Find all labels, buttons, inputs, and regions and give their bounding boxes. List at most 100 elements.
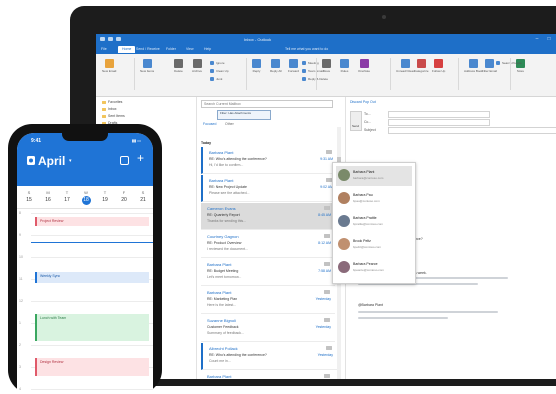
message-row[interactable]: Barbara PlantRE: Travel PlansFlight deta… <box>201 371 335 379</box>
ribbon-button-follow-up[interactable]: Follow Up <box>432 59 445 73</box>
calendar-view-icon[interactable] <box>120 156 129 165</box>
month-title[interactable]: April <box>38 154 65 168</box>
filter-pill[interactable]: Filter: Has Attachments <box>217 110 271 120</box>
compose-field-input[interactable] <box>388 126 556 134</box>
calendar-event[interactable]: Design Review <box>35 358 149 376</box>
message-row[interactable]: Cameron Evans RE: Quarterly Report Thanks … <box>201 203 335 230</box>
message-row[interactable]: Barbara Plant RE: New Project Update Pleas… <box>201 175 337 202</box>
ribbon-button-address-book[interactable]: Address Book <box>464 59 483 73</box>
folder-inbox[interactable]: Inbox <box>102 107 117 111</box>
ribbon-small-ignore[interactable]: Ignore <box>210 60 225 65</box>
calendar-event[interactable]: Project Review <box>35 217 149 227</box>
week-day[interactable]: F 20 <box>115 190 133 203</box>
minimize-icon[interactable]: – <box>534 36 540 42</box>
person-name: Barbara Pearce <box>353 262 378 266</box>
ribbon-group-divider <box>458 58 459 90</box>
tab-home[interactable]: Home <box>118 46 136 53</box>
chevron-down-icon[interactable]: ▾ <box>69 158 72 164</box>
ribbon-button-onenote[interactable]: OneNote <box>358 59 370 73</box>
ribbon-small-clean-up[interactable]: Clean Up <box>210 68 229 73</box>
message-flag-icon[interactable] <box>324 290 330 294</box>
ribbon-small-team-email[interactable]: Team Email <box>302 68 324 73</box>
tab-focused[interactable]: Focused <box>203 122 216 126</box>
ribbon-button-icon <box>252 59 261 68</box>
tab-send-receive[interactable]: Send / Receive <box>136 47 160 51</box>
message-row[interactable]: Courtney Gagnon RE: Product Overview I rev… <box>201 231 335 258</box>
ribbon-small-junk[interactable]: Junk <box>210 76 222 81</box>
mention-suggestion[interactable]: Barbara Pau bpau@contoso.com <box>336 189 412 209</box>
calendar-event[interactable]: Lunch with Team <box>35 314 149 341</box>
compose-field-input[interactable] <box>388 118 490 126</box>
send-button[interactable]: Send <box>350 111 362 131</box>
folder-icon <box>102 114 106 118</box>
message-flag-icon[interactable] <box>326 150 332 154</box>
ribbon-button-forward[interactable]: Forward <box>288 59 299 73</box>
message-flag-icon[interactable] <box>324 234 330 238</box>
ribbon-button-archive[interactable]: Archive <box>192 59 202 73</box>
message-preview: Hi, I'd like to confirm... <box>209 163 244 167</box>
message-row[interactable]: Barbara Plant RE: Budget Meeting Let's mee… <box>201 259 335 286</box>
message-flag-icon[interactable] <box>324 318 330 322</box>
send-receive-icon[interactable] <box>116 37 121 41</box>
mention-suggestion[interactable]: Barbara Prattle bprattle@contoso.com <box>336 212 412 232</box>
folder-sent-items[interactable]: Sent Items <box>102 114 125 118</box>
message-row[interactable]: Albrecht Pollack RE: Who's attending the … <box>201 343 337 370</box>
week-day[interactable]: W 18 <box>77 190 95 205</box>
ribbon-button-delete[interactable]: Delete <box>174 59 183 73</box>
ribbon-button-icon <box>468 59 478 68</box>
calendar-event[interactable]: Weekly Sync <box>35 272 149 284</box>
message-preview: Let's meet tomorrow... <box>207 275 242 279</box>
save-icon[interactable] <box>100 37 105 41</box>
compose-field-subject[interactable]: Subject <box>364 126 556 134</box>
message-subject: RE: Marketing Plan <box>207 297 238 301</box>
message-flag-icon[interactable] <box>324 374 330 378</box>
folder-label: Inbox <box>108 107 117 111</box>
tab-other[interactable]: Other <box>225 122 234 126</box>
message-flag-icon[interactable] <box>324 206 330 210</box>
message-row[interactable]: Suzanne Bignoli Customer Feedback Summary … <box>201 315 335 342</box>
ribbon-button-rules[interactable]: Rules <box>340 59 349 73</box>
compose-field-cc[interactable]: Cc... <box>364 118 490 126</box>
week-day[interactable]: S 15 <box>20 190 38 203</box>
ribbon-button-new-email[interactable]: New Email <box>102 59 116 73</box>
week-day[interactable]: M 16 <box>39 190 57 203</box>
undo-icon[interactable] <box>108 37 113 41</box>
outlook-logo-icon[interactable] <box>27 156 35 165</box>
ribbon-small-reply-delete[interactable]: Reply & Delete <box>302 76 328 81</box>
mention-suggestion[interactable]: Barbara Plant barbara@contoso.com <box>336 166 412 186</box>
compose-field-input[interactable] <box>388 110 490 118</box>
tab-folder[interactable]: Folder <box>166 47 176 51</box>
week-day-date: 18 <box>81 196 91 205</box>
week-day[interactable]: T 19 <box>96 190 114 203</box>
ribbon-button-filter-email[interactable]: Filter Email <box>482 59 497 73</box>
tell-me-box[interactable]: Tell me what you want to do <box>285 47 328 51</box>
message-row[interactable]: Barbara Plant RE: Who's attending the con… <box>201 147 337 174</box>
message-row[interactable]: Barbara Plant RE: Marketing Plan Here is t… <box>201 287 335 314</box>
folder-favorites[interactable]: Favorites <box>102 100 122 104</box>
tab-view[interactable]: View <box>186 47 194 51</box>
mention-suggestion[interactable]: Brook Peltz bpeltz@contoso.com <box>336 235 412 255</box>
ribbon-small-icon <box>302 60 306 65</box>
ribbon-small-icon <box>302 68 306 73</box>
tab-help[interactable]: Help <box>204 47 211 51</box>
reading-pane-actions[interactable]: Discard Pop Out <box>350 100 376 104</box>
tab-file[interactable]: File <box>101 47 107 51</box>
ribbon-button-categorize[interactable]: Categorize <box>414 59 429 73</box>
search-input[interactable]: Search Current Mailbox <box>201 100 333 108</box>
message-flag-icon[interactable] <box>324 262 330 266</box>
week-day-date: 17 <box>64 197 70 203</box>
compose-field-to[interactable]: To... <box>364 110 490 118</box>
ribbon-button-reply[interactable]: Reply <box>252 59 261 73</box>
ribbon-button-reply-all[interactable]: Reply All <box>270 59 282 73</box>
ribbon-small-search-people[interactable]: Search People <box>496 60 522 65</box>
week-day[interactable]: T 17 <box>58 190 76 203</box>
message-flag-icon[interactable] <box>326 346 332 350</box>
ribbon-button-unread-read[interactable]: Unread/ Read <box>396 59 415 73</box>
week-day[interactable]: S 21 <box>134 190 152 203</box>
add-event-icon[interactable]: + <box>137 152 144 164</box>
maximize-icon[interactable]: □ <box>546 36 552 42</box>
mention-suggestion[interactable]: Barbara Pearce bpearce@contoso.com <box>336 258 412 278</box>
message-subject: RE: Budget Meeting <box>207 269 239 273</box>
ribbon-group-divider <box>390 58 391 90</box>
ribbon-button-new-items[interactable]: New Items <box>140 59 154 73</box>
